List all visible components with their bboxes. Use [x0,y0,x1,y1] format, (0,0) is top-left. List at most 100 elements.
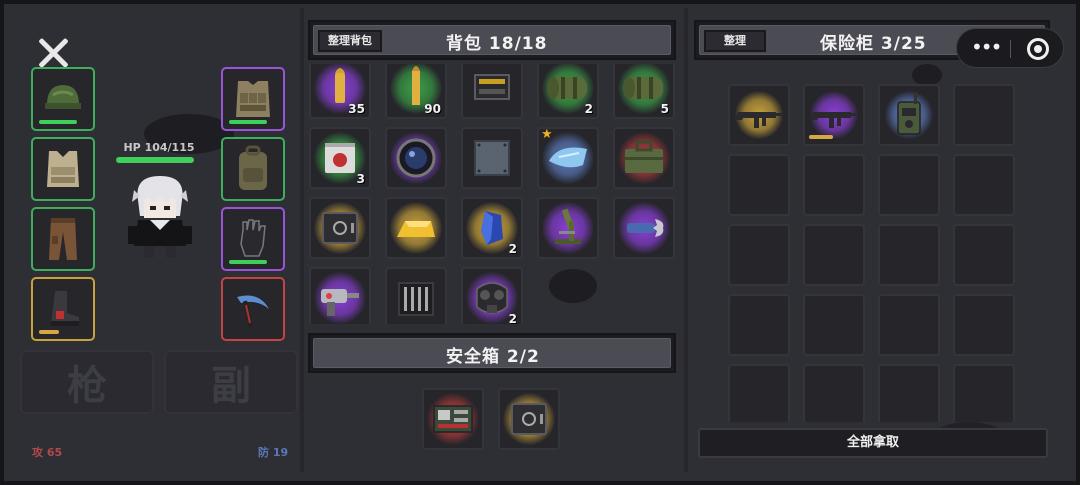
pants-icon [49,218,77,260]
vault-slot[interactable] [803,224,865,286]
equip-slot-armor-rig[interactable] [221,67,285,131]
toolbox-icon [625,140,663,173]
backpack-slot[interactable] [385,267,447,324]
backpack-slot[interactable]: 2 [461,197,523,259]
assault-rifle-icon [734,112,782,128]
item-count: 2 [508,242,517,256]
safebox-grid [420,388,570,454]
safe-icon [511,403,547,435]
backpack-slot[interactable] [461,127,523,189]
backpack-slot[interactable]: 90 [385,64,447,119]
item-count: 3 [356,172,365,186]
secondary-slot[interactable]: 副 [164,350,298,414]
panel-divider [300,8,304,472]
backpack-header: 整理背包 背包 18/18 [308,20,676,60]
equip-slot-gloves[interactable] [221,207,285,271]
vault-slot[interactable] [878,294,940,356]
boots-icon [51,291,79,326]
vault-slot[interactable] [803,154,865,216]
helmet-icon [45,85,81,109]
backpack-slot[interactable] [309,197,371,259]
vault-slot[interactable] [878,224,940,286]
backpack-slot[interactable]: ★ [537,127,599,189]
vault-slot[interactable] [728,84,790,146]
weapon-slot[interactable]: 枪 [20,350,154,414]
backpack-slot[interactable] [613,197,675,259]
equip-slot-vest[interactable] [31,137,95,201]
microscope-icon [555,208,581,244]
wrench-icon [627,219,664,237]
vault-slot[interactable] [878,364,940,422]
durability-bar [809,135,833,139]
equip-slot-scythe[interactable] [221,277,285,341]
equip-slot-boots[interactable] [31,277,95,341]
backpack-slot[interactable] [461,64,523,119]
vault-slot[interactable] [803,294,865,356]
lens-icon [396,138,436,178]
item-count: 2 [584,102,593,116]
more-icon[interactable]: ••• [971,35,1002,59]
vault-grid [728,84,1024,422]
vault-slot[interactable] [878,84,940,146]
vault-slot[interactable] [953,294,1015,356]
durability-bar [229,260,267,264]
backpack-slot[interactable]: 35 [309,64,371,119]
circuit-board-icon [433,405,473,433]
backpack-slot[interactable] [537,197,599,259]
vault-slot[interactable] [953,224,1015,286]
backpack-slot[interactable] [385,127,447,189]
sort-vault-button[interactable]: 整理 [704,30,766,52]
item-count: 35 [348,102,365,116]
vault-slot[interactable] [803,84,865,146]
background-stain [912,64,942,86]
vest-icon [47,151,79,187]
vault-slot[interactable] [728,224,790,286]
item-count: 5 [660,102,669,116]
backpack-slot[interactable] [613,127,675,189]
scythe-icon [237,295,269,328]
hp-label: HP 104/115 [123,141,195,154]
gloves-icon [240,219,266,257]
close-icon[interactable] [36,36,70,70]
durability-bar [229,120,267,124]
safebox-slot[interactable] [422,388,484,450]
drill-icon [321,289,359,316]
equip-slot-pants[interactable] [31,207,95,271]
item-count: 90 [424,102,441,116]
vault-slot[interactable] [803,364,865,422]
backpack-grid: 35 90 2 5 3 ★ 2 2 [308,64,680,324]
vault-slot[interactable] [953,84,1015,146]
backpack-slot[interactable]: 5 [613,64,675,119]
vault-slot[interactable] [728,364,790,422]
defense-stat: 防 19 [258,446,289,459]
radio-icon [897,92,921,135]
vault-slot[interactable] [953,364,1015,422]
vault-slot[interactable] [728,294,790,356]
safebox-slot[interactable] [498,388,560,450]
knife-set-icon [398,282,434,316]
safebox-title: 安全箱 2/2 [446,347,540,367]
safebox-header: 安全箱 2/2 [308,333,676,373]
capsule-divider [1010,40,1011,58]
close-target-icon[interactable] [1027,38,1049,60]
equip-slot-backpack[interactable] [221,137,285,201]
equip-slot-helmet[interactable] [31,67,95,131]
vault-slot[interactable] [953,154,1015,216]
take-all-button[interactable]: 全部拿取 [698,428,1048,458]
backpack-slot[interactable] [309,267,371,324]
backpack-slot[interactable]: 2 [537,64,599,119]
star-icon: ★ [541,127,553,142]
vault-slot[interactable] [728,154,790,216]
hp-bar [116,157,194,163]
durability-bar [39,330,59,334]
backpack-slot[interactable] [385,197,447,259]
sort-backpack-button[interactable]: 整理背包 [318,30,382,52]
backpack-title: 背包 18/18 [446,34,548,54]
backpack-slot[interactable]: 3 [309,127,371,189]
backpack-icon [239,145,267,190]
character-avatar [128,176,192,258]
metal-plate-icon [474,140,510,176]
vault-slot[interactable] [878,154,940,216]
backpack-slot[interactable]: 2 [461,267,523,324]
ammo-box-icon [474,74,510,100]
